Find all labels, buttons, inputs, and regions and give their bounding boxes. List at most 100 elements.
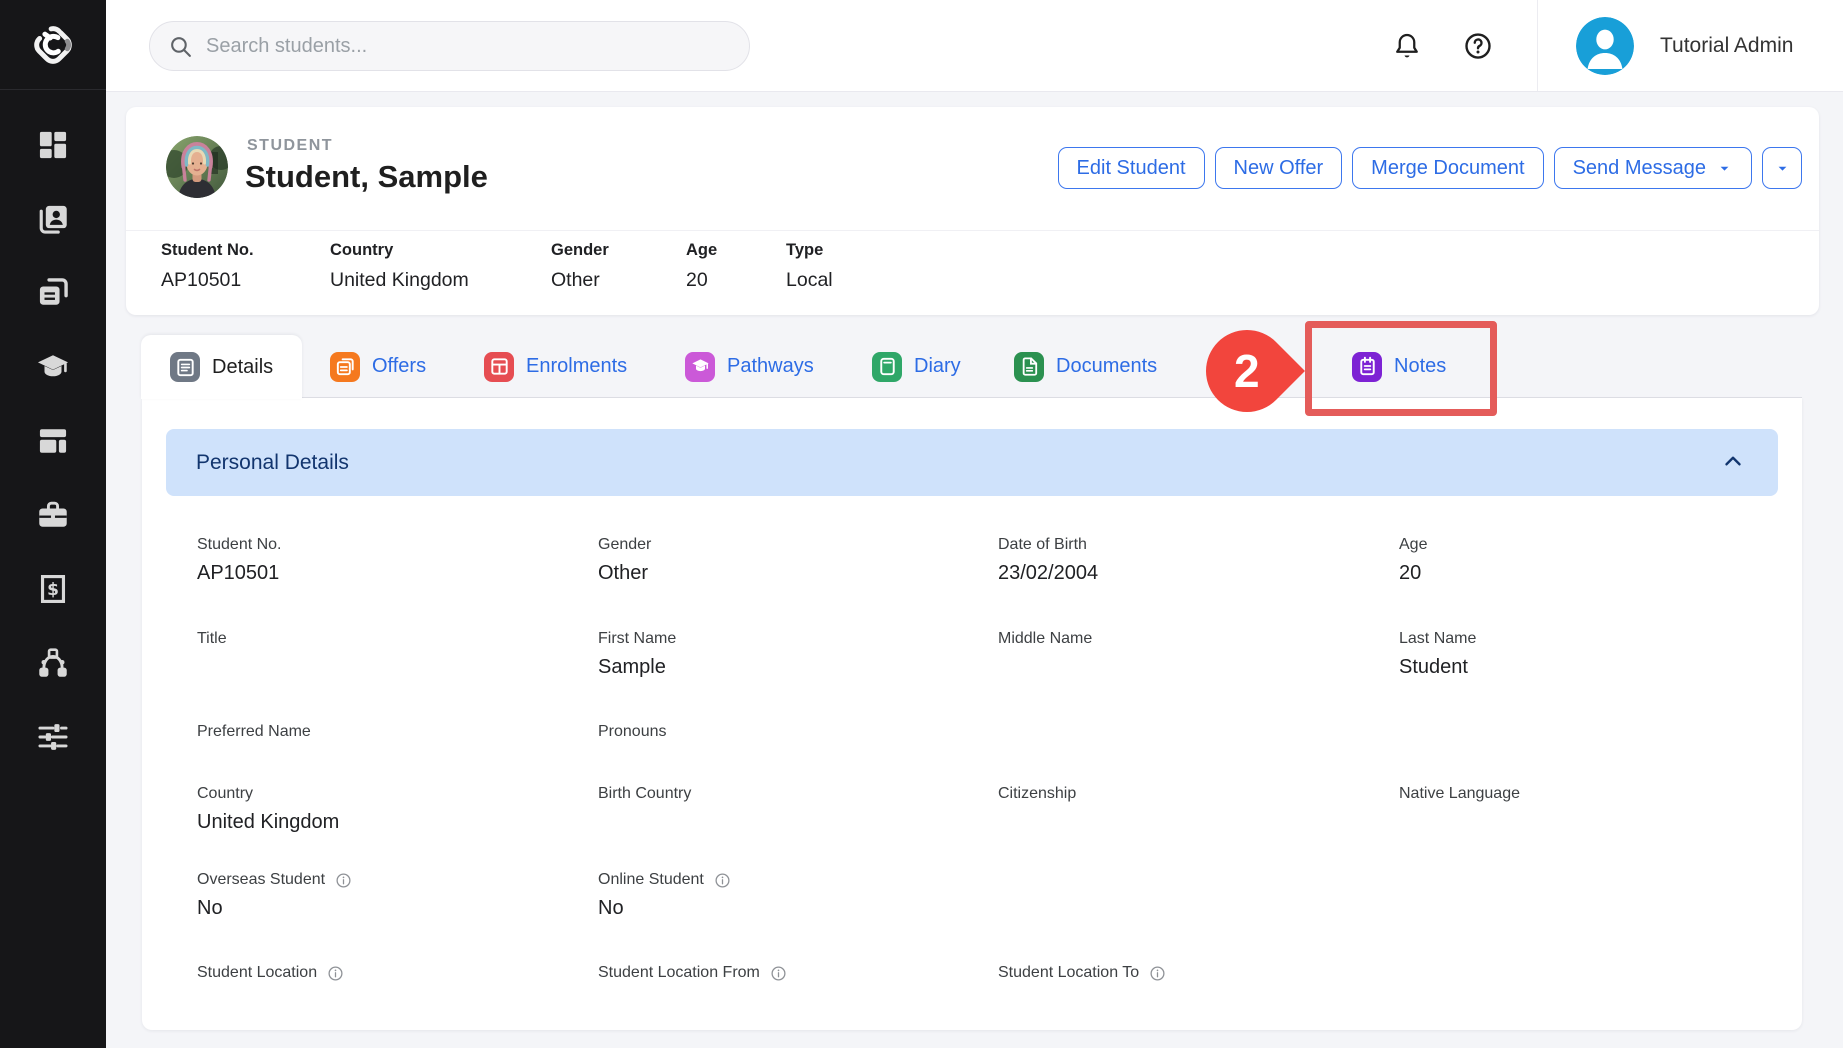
search-input[interactable]	[206, 35, 731, 58]
info-label: Student No.	[161, 241, 254, 260]
sidebar-item-invoice[interactable]: $	[26, 574, 80, 608]
info-label: Country	[330, 241, 469, 260]
action-buttons: Edit Student New Offer Merge Document Send …	[1058, 147, 1802, 189]
invoice-icon: $	[36, 572, 70, 611]
field-label: Overseas Student	[197, 871, 325, 889]
chevron-down-icon	[1774, 160, 1791, 177]
layout-icon	[36, 424, 70, 463]
button-label: New Offer	[1234, 157, 1324, 180]
field-birth-country: Birth Country	[598, 785, 691, 803]
field-overseas-student: Overseas StudentNo	[197, 871, 352, 920]
sidebar-item-offers-cards[interactable]	[26, 278, 80, 312]
personal-details-header[interactable]: Personal Details	[166, 429, 1778, 496]
field-label: Age	[1399, 536, 1427, 554]
tab-label: Offers	[372, 355, 426, 378]
documents-icon	[1014, 352, 1044, 382]
tab-bar: s DetailsOffersEnrolmentsPathwaysDiaryDo…	[141, 335, 1802, 398]
tab-documents[interactable]: Documents	[1014, 335, 1157, 398]
field-value: No	[598, 897, 731, 920]
info-value: Other	[551, 269, 609, 292]
info-value: United Kingdom	[330, 269, 469, 292]
field-label: Middle Name	[998, 630, 1092, 648]
field-value: Other	[598, 562, 651, 585]
user-avatar	[1576, 17, 1634, 75]
info-label: Gender	[551, 241, 609, 260]
search-icon	[168, 34, 193, 59]
field-label: Student Location	[197, 964, 317, 982]
panel-title: Personal Details	[196, 451, 349, 475]
sidebar-item-dashboard[interactable]	[26, 130, 80, 164]
merge-document-button[interactable]: Merge Document	[1352, 147, 1543, 189]
field-label: Birth Country	[598, 785, 691, 803]
field-label: Online Student	[598, 871, 704, 889]
new-offer-button[interactable]: New Offer	[1215, 147, 1343, 189]
field-value: Student	[1399, 656, 1476, 679]
more-actions-button[interactable]	[1762, 147, 1802, 189]
chevron-up-icon	[1720, 448, 1746, 474]
info-icon[interactable]	[770, 965, 787, 982]
user-menu[interactable]: Tutorial Admin	[1576, 16, 1793, 76]
field-label: Gender	[598, 536, 651, 554]
info-icon[interactable]	[1149, 965, 1166, 982]
enrolments-icon	[484, 352, 514, 382]
info-value: AP10501	[161, 269, 254, 292]
info-student-no: Student No. AP10501	[161, 241, 254, 292]
collapse-panel-button[interactable]	[1718, 448, 1748, 478]
sidebar-item-contacts[interactable]	[26, 204, 80, 238]
field-label: Student Location From	[598, 964, 760, 982]
info-type: TypeLocal	[786, 241, 833, 292]
field-label: Student No.	[197, 536, 282, 554]
field-native-language: Native Language	[1399, 785, 1520, 803]
field-pronouns: Pronouns	[598, 723, 667, 741]
field-preferred-name: Preferred Name	[197, 723, 311, 741]
field-student-location: Student Location	[197, 964, 344, 982]
field-label: Pronouns	[598, 723, 667, 741]
tab-label: Details	[212, 356, 273, 379]
details-panel-card: Personal Details Student No.AP10501Gende…	[142, 398, 1802, 1030]
help-icon[interactable]	[1463, 31, 1493, 61]
sidebar-item-settings-sliders[interactable]	[26, 722, 80, 756]
field-label: Country	[197, 785, 253, 803]
field-value: United Kingdom	[197, 811, 339, 834]
tab-enrolments[interactable]: Enrolments	[484, 335, 627, 398]
tab-label: Notes	[1394, 355, 1446, 378]
field-last-name: Last Name Student	[1399, 630, 1476, 679]
sidebar-item-briefcase[interactable]	[26, 500, 80, 534]
info-icon[interactable]	[327, 965, 344, 982]
sidebar-item-graduation-cap[interactable]	[26, 352, 80, 386]
diary-icon	[872, 352, 902, 382]
tab-pathways[interactable]: Pathways	[685, 335, 814, 398]
info-label: Type	[786, 241, 833, 260]
offers-cards-icon	[36, 276, 70, 315]
tab-details[interactable]: Details	[141, 335, 302, 399]
field-first-name: First NameSample	[598, 630, 676, 679]
edit-student-button[interactable]: Edit Student	[1058, 147, 1205, 189]
offers-icon	[330, 352, 360, 382]
dashboard-icon	[36, 128, 70, 167]
field-middle-name: Middle Name	[998, 630, 1092, 648]
chevron-down-icon	[1716, 160, 1733, 177]
tab-offers[interactable]: Offers	[330, 335, 426, 398]
info-label: Age	[686, 241, 717, 260]
brand-logo-icon	[27, 19, 79, 71]
student-photo	[166, 136, 228, 198]
tab-diary[interactable]: Diary	[872, 335, 961, 398]
sidebar-item-network[interactable]	[26, 648, 80, 682]
tab-label: Documents	[1056, 355, 1157, 378]
sidebar-item-layout[interactable]	[26, 426, 80, 460]
field-value: 23/02/2004	[998, 562, 1098, 585]
notifications-bell-icon[interactable]	[1392, 31, 1422, 61]
field-label: Last Name	[1399, 630, 1476, 648]
info-icon[interactable]	[335, 872, 352, 889]
field-value: 20	[1399, 562, 1427, 585]
sidebar: $	[0, 0, 106, 1048]
sidebar-menu: $	[0, 90, 106, 756]
info-value: 20	[686, 269, 717, 292]
info-icon[interactable]	[714, 872, 731, 889]
tab-label: Pathways	[727, 355, 814, 378]
app-logo[interactable]	[0, 0, 106, 90]
student-name: Student, Sample	[245, 159, 488, 195]
notes-icon	[1352, 352, 1382, 382]
tab-notes[interactable]: Notes	[1352, 335, 1446, 398]
send-message-button[interactable]: Send Message	[1554, 147, 1752, 189]
